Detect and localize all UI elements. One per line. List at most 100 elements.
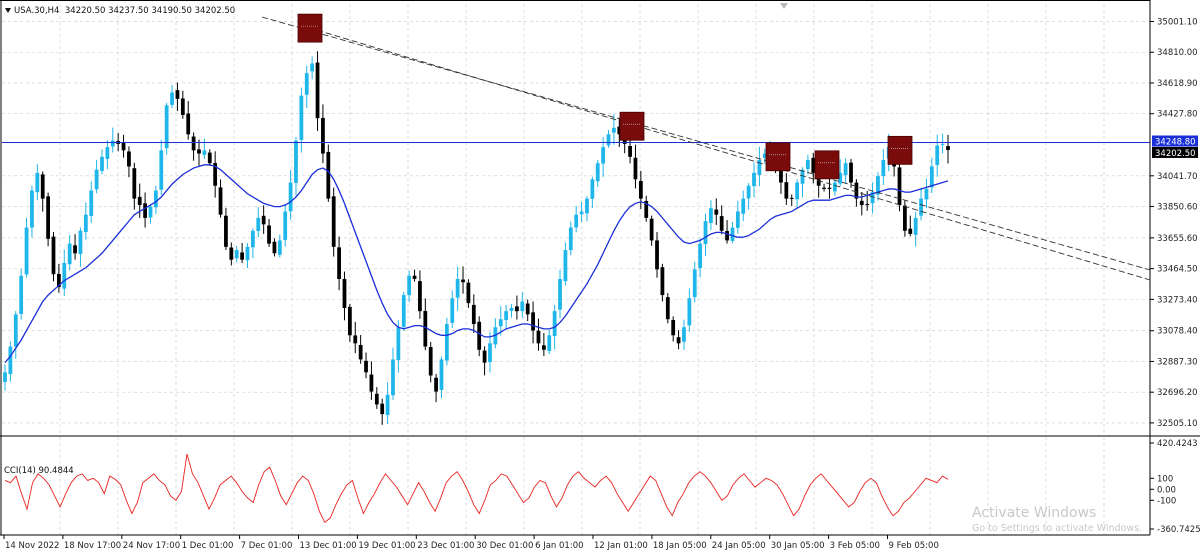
candle-body: [13, 314, 18, 347]
cci-tick-label: 420.4243: [1157, 439, 1198, 449]
candle-body: [191, 136, 196, 151]
time-tick-label: 13 Dec 01:00: [300, 541, 357, 550]
candle-body: [466, 282, 471, 304]
price-tag-label: 34248.80: [1155, 137, 1196, 147]
candle-body: [714, 209, 719, 215]
candle-body: [515, 306, 519, 312]
time-axis: 14 Nov 2022 18 Nov 17:00 24 Nov 17:00 1 Dec…: [3, 535, 939, 550]
candle-body: [940, 143, 945, 145]
candle-body: [633, 157, 638, 180]
candle-body: [703, 221, 708, 244]
candle-body: [450, 298, 455, 323]
candle-body: [709, 208, 713, 224]
candle-body: [121, 142, 126, 151]
chart-menu-icon[interactable]: [5, 7, 11, 13]
candle-body: [789, 197, 794, 199]
candle-body: [24, 227, 29, 275]
candle-body: [326, 151, 331, 199]
time-tick-label: 9 Feb 05:00: [889, 541, 939, 550]
price-tick-label: 34618.90: [1157, 79, 1198, 89]
candle-body: [396, 327, 401, 361]
candle-body: [461, 279, 465, 283]
candle-body: [337, 247, 341, 280]
candle-body: [843, 163, 848, 176]
price-tick-label: 34041.70: [1157, 172, 1198, 182]
time-tick-label: 19 Dec 01:00: [358, 541, 415, 550]
candle-body: [180, 98, 185, 115]
candle-body: [418, 281, 422, 312]
candle-body: [579, 211, 584, 215]
candle-body: [321, 117, 325, 154]
time-tick-label: 3 Feb 05:00: [830, 541, 880, 550]
cci-tick-label: 100: [1157, 474, 1173, 484]
candle-body: [229, 247, 234, 260]
candle-body: [725, 230, 729, 241]
candle-body: [434, 377, 438, 392]
candle-body: [374, 393, 379, 405]
candle-body: [428, 347, 433, 376]
candle-body: [752, 172, 756, 187]
candle-body: [612, 127, 616, 133]
candle-body: [908, 228, 913, 234]
candle-body: [283, 211, 288, 240]
candle-body: [471, 304, 476, 325]
candle-body: [245, 246, 250, 261]
price-tick-label: 33850.60: [1157, 203, 1198, 213]
candle-body: [946, 146, 950, 150]
price-tick-label: 33655.60: [1157, 234, 1198, 244]
candle-body: [207, 152, 212, 164]
candle-body: [649, 218, 654, 241]
candle-body: [665, 297, 670, 320]
candle-body: [127, 151, 131, 167]
candle-body: [913, 217, 918, 235]
trading-chart[interactable]: 35001.10 34810.00 34618.90 34427.80 34041.70…: [0, 0, 1200, 550]
candle-body: [148, 206, 153, 218]
candle-body: [520, 301, 525, 312]
candle-body: [676, 337, 681, 344]
time-tick-label: 24 Nov 17:00: [123, 541, 180, 550]
candle-body: [132, 168, 137, 199]
resistance-marker: [297, 13, 323, 43]
watermark-subtitle: Go to Settings to activate Windows.: [972, 523, 1143, 534]
candle-body: [89, 190, 94, 216]
time-tick-label: 7 Dec 01:00: [241, 541, 293, 550]
time-tick-label: 12 Jan 01:00: [594, 541, 648, 550]
chart-grid: [2, 4, 1150, 535]
candle-body: [638, 181, 643, 199]
candle-body: [504, 311, 509, 321]
time-tick-label: 6 Jan 01:00: [535, 541, 583, 550]
resistance-marker: [765, 142, 791, 172]
scroll-anchor-icon[interactable]: [780, 3, 788, 9]
candle-body: [73, 245, 77, 254]
price-axis: 35001.10 34810.00 34618.90 34427.80 34041.70…: [1150, 18, 1198, 429]
candle-body: [692, 269, 697, 298]
candle-body: [590, 179, 595, 199]
candle-body: [19, 275, 24, 314]
candle-body: [175, 90, 180, 99]
candle-body: [832, 182, 837, 192]
candle-body: [364, 360, 368, 373]
candle-body: [153, 190, 158, 208]
price-tags: 34248.80 34202.50: [1152, 135, 1198, 159]
candle-body: [310, 63, 315, 72]
candle-body: [358, 345, 363, 360]
time-tick-label: 30 Jan 05:00: [771, 541, 825, 550]
candle-body: [385, 394, 390, 416]
candle-body: [407, 275, 412, 296]
candle-body: [94, 169, 99, 190]
trendline-lower[interactable]: [299, 24, 1151, 281]
candle-body: [224, 215, 228, 247]
candle-body: [827, 187, 832, 189]
candle-body: [347, 306, 352, 336]
candle-body: [288, 182, 293, 212]
candle-body: [342, 278, 347, 308]
candle-body: [784, 182, 789, 199]
candle-body: [240, 252, 244, 260]
candle-body: [482, 350, 487, 363]
chart-frames: [0, 0, 1200, 536]
resistance-marker: [619, 111, 645, 141]
ohlc-label: 34220.50 34237.50 34190.50 34202.50: [64, 6, 236, 16]
candle-body: [671, 320, 676, 336]
candle-body: [412, 275, 417, 280]
candle-body: [595, 163, 600, 182]
